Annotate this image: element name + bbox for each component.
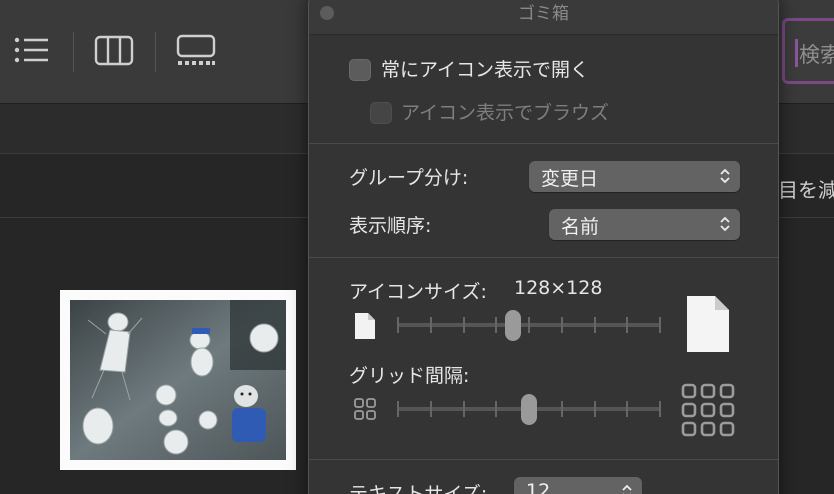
text-size-label: テキストサイズ: [349, 483, 488, 494]
panel-title: ゴミ箱 [518, 4, 569, 24]
truncated-label: 目を減 [778, 178, 834, 202]
slider-tick [462, 317, 465, 333]
section-divider [309, 459, 778, 460]
small-document-icon [355, 313, 375, 339]
column-view-icon[interactable] [94, 34, 134, 68]
sort-by-label: 表示順序: [349, 215, 432, 237]
slider-tick [429, 401, 432, 417]
browse-icon-view-checkbox[interactable] [370, 102, 392, 124]
slider-tick [397, 401, 399, 417]
toolbar-separator [73, 32, 74, 72]
small-grid-icon [354, 398, 376, 420]
toolbar-separator [155, 32, 156, 72]
image-thumbnail[interactable] [60, 290, 296, 470]
slider-tick [528, 317, 530, 333]
icon-size-slider[interactable] [397, 310, 661, 341]
chevron-updown-icon [622, 484, 632, 494]
text-size-select[interactable]: 12 [514, 477, 642, 494]
text-size-value: 12 [526, 480, 551, 494]
group-by-value: 変更日 [541, 168, 599, 190]
icon-size-label: アイコンサイズ: [349, 281, 487, 303]
browse-icon-view-label: アイコン表示でブラウズ [401, 102, 610, 124]
slider-tick [626, 317, 629, 333]
slider-tick [462, 401, 465, 417]
always-open-icon-view-checkbox[interactable] [349, 59, 371, 81]
always-open-icon-view-label[interactable]: 常にアイコン表示で開く [381, 55, 589, 82]
slider-tick [659, 401, 661, 417]
gallery-view-icon[interactable] [176, 34, 216, 68]
group-by-select[interactable]: 変更日 [529, 161, 740, 192]
slider-tick [659, 317, 661, 333]
sort-by-value: 名前 [561, 216, 600, 238]
slider-tick [560, 317, 563, 333]
slider-tick [495, 401, 498, 417]
slider-tick [397, 317, 399, 333]
chevron-updown-icon [720, 168, 730, 184]
search-placeholder: 検索 [799, 43, 834, 67]
group-by-label: グループ分け: [349, 167, 469, 189]
grid-spacing-label: グリッド間隔: [349, 365, 470, 387]
large-grid-icon [681, 383, 735, 437]
view-options-panel: ゴミ箱 常にアイコン表示で開く アイコン表示でブラウズ グループ分け: 変更日 … [308, 0, 779, 494]
slider-tick [495, 317, 498, 333]
grid-spacing-slider[interactable] [397, 394, 661, 425]
slider-knob[interactable] [521, 394, 537, 425]
slider-tick [560, 401, 563, 417]
search-input[interactable]: 検索 [782, 18, 834, 84]
large-document-icon [687, 296, 729, 352]
section-divider [309, 143, 778, 144]
slider-tick [429, 317, 432, 333]
slider-knob[interactable] [505, 310, 522, 341]
icon-size-value: 128×128 [514, 277, 603, 299]
photo-image [70, 300, 286, 460]
slider-tick [626, 401, 629, 417]
list-view-icon[interactable] [14, 34, 50, 68]
panel-titlebar[interactable]: ゴミ箱 [309, 0, 778, 35]
slider-tick [593, 401, 596, 417]
text-caret [795, 39, 798, 67]
slider-tick [593, 317, 596, 333]
chevron-updown-icon [720, 216, 730, 232]
section-divider [309, 257, 778, 258]
sort-by-select[interactable]: 名前 [549, 209, 740, 240]
